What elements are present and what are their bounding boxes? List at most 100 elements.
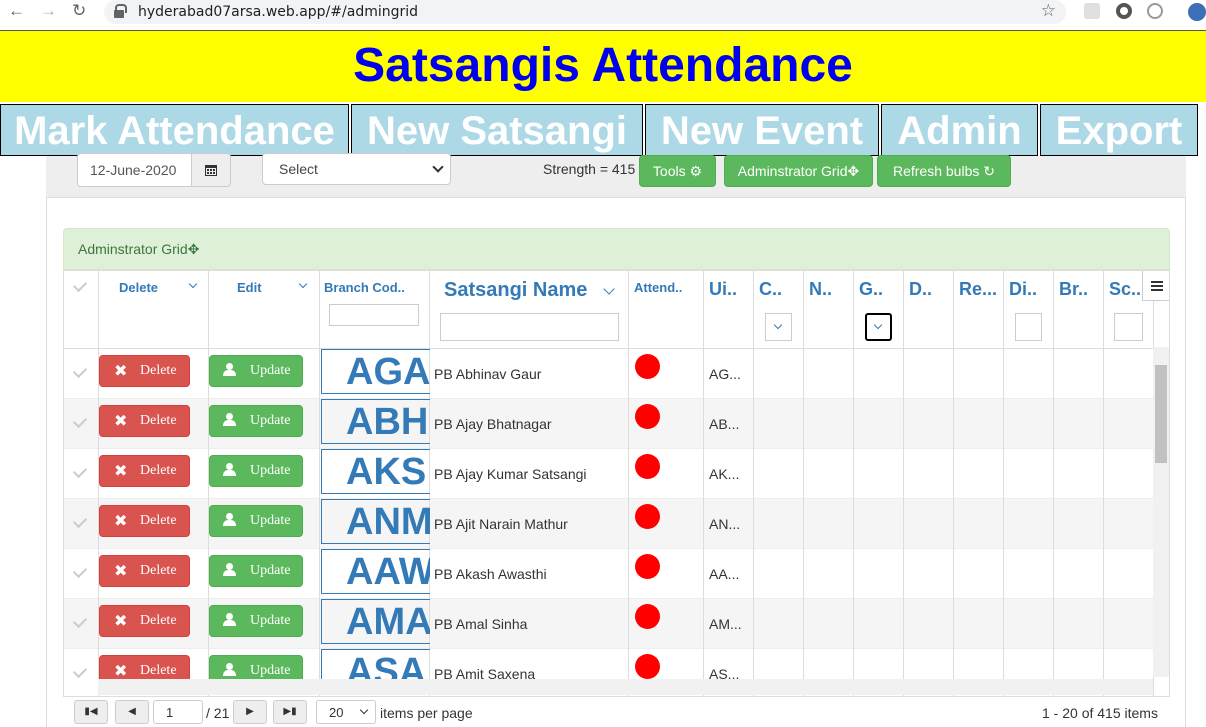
row-select-cell[interactable] — [64, 549, 99, 599]
profile-avatar-icon[interactable] — [1188, 3, 1206, 21]
branch-code-cell[interactable]: AKS — [321, 449, 430, 494]
sc-filter-input[interactable] — [1114, 313, 1143, 341]
calendar-button[interactable] — [191, 153, 231, 187]
br-cell — [1054, 449, 1104, 499]
header-edit[interactable]: Edit — [209, 271, 320, 349]
nav-mark-attendance[interactable]: Mark Attendance — [0, 104, 349, 156]
delete-button[interactable]: ✖ Delete — [99, 505, 190, 537]
update-button[interactable]: Update — [209, 505, 303, 537]
branch-code-cell[interactable]: AMA — [321, 599, 430, 644]
forward-arrow-icon[interactable]: → — [40, 1, 57, 21]
attendance-bulb[interactable] — [635, 604, 660, 629]
attendance-bulb[interactable] — [635, 554, 660, 579]
update-button[interactable]: Update — [209, 555, 303, 587]
address-bar[interactable]: hyderabad07arsa.web.app/#/admingrid ☆ — [104, 0, 1066, 24]
header-delete[interactable]: Delete — [99, 271, 209, 349]
delete-button[interactable]: ✖ Delete — [99, 455, 190, 487]
update-button[interactable]: Update — [209, 405, 303, 437]
row-select-cell[interactable] — [64, 599, 99, 649]
back-arrow-icon[interactable]: ← — [8, 1, 25, 21]
row-select-cell[interactable] — [64, 499, 99, 549]
chevron-down-icon[interactable] — [188, 279, 198, 289]
header-br[interactable]: Br.. — [1054, 271, 1104, 349]
nav-export[interactable]: Export — [1040, 104, 1198, 156]
header-re[interactable]: Re... — [954, 271, 1004, 349]
nav-new-event[interactable]: New Event — [645, 104, 879, 156]
chevron-down-icon[interactable] — [298, 279, 308, 289]
g-filter-dropdown[interactable] — [865, 313, 892, 341]
header-g-label: G.. — [859, 279, 884, 299]
branch-code-cell[interactable]: AGA — [321, 349, 430, 394]
first-page-button[interactable]: ▮◀ — [74, 700, 108, 724]
branch-code-cell[interactable]: ABH — [321, 399, 430, 444]
page-number-input[interactable]: 1 — [153, 700, 203, 724]
user-icon — [223, 563, 236, 577]
grid-menu-button[interactable] — [1142, 271, 1169, 301]
c-cell — [754, 499, 804, 549]
header-attendance[interactable]: Attend.. — [629, 271, 704, 349]
delete-button[interactable]: ✖ Delete — [99, 355, 190, 387]
chevron-down-icon[interactable] — [603, 283, 615, 295]
br-cell — [1054, 349, 1104, 399]
branch-filter-input[interactable] — [329, 304, 419, 326]
extension-icon[interactable] — [1084, 3, 1100, 19]
delete-button[interactable]: ✖ Delete — [99, 405, 190, 437]
re-cell — [954, 349, 1004, 399]
extension-record-icon[interactable] — [1116, 3, 1132, 19]
update-button[interactable]: Update — [209, 455, 303, 487]
di-filter-input[interactable] — [1015, 313, 1042, 341]
extension-camera-icon[interactable] — [1147, 3, 1163, 19]
vertical-scrollbar[interactable] — [1153, 347, 1169, 677]
delete-button[interactable]: ✖ Delete — [99, 605, 190, 637]
row-select-cell[interactable] — [64, 399, 99, 449]
horizontal-scrollbar[interactable] — [98, 679, 1153, 695]
update-button-label: Update — [250, 463, 291, 478]
header-branch-code[interactable]: Branch Cod.. — [320, 271, 430, 349]
header-n[interactable]: N.. — [804, 271, 854, 349]
delete-button-label: Delete — [140, 613, 177, 628]
scrollbar-thumb[interactable] — [1155, 365, 1167, 463]
header-satsangi-name[interactable]: Satsangi Name — [430, 271, 629, 349]
table-row: ✖ Delete Update AKS PB Ajay Kumar Satsan… — [64, 449, 1154, 499]
attendance-bulb[interactable] — [635, 454, 660, 479]
tools-button[interactable]: Tools ⚙ — [639, 155, 716, 187]
update-button[interactable]: Update — [209, 605, 303, 637]
branch-code-cell[interactable]: ANM — [321, 499, 430, 544]
delete-button[interactable]: ✖ Delete — [99, 555, 190, 587]
header-c[interactable]: C.. — [754, 271, 804, 349]
page-count: / 21 — [206, 705, 230, 721]
event-select[interactable]: Select — [262, 153, 451, 185]
header-d[interactable]: D.. — [904, 271, 954, 349]
update-button[interactable]: Update — [209, 355, 303, 387]
reload-icon[interactable]: ↻ — [72, 1, 86, 21]
row-select-cell[interactable] — [64, 649, 99, 696]
c-filter-dropdown[interactable] — [765, 313, 792, 341]
select-all-header[interactable] — [64, 271, 99, 349]
attendance-bulb[interactable] — [635, 404, 660, 429]
header-n-label: N.. — [809, 279, 833, 299]
n-cell — [804, 399, 854, 449]
previous-page-button[interactable]: ◀ — [115, 700, 149, 724]
re-cell — [954, 499, 1004, 549]
row-select-cell[interactable] — [64, 349, 99, 399]
refresh-bulbs-button[interactable]: Refresh bulbs ↻ — [877, 155, 1011, 187]
sc-cell — [1104, 599, 1154, 649]
page-size-select[interactable]: 20 — [316, 700, 376, 724]
header-di[interactable]: Di.. — [1004, 271, 1054, 349]
name-filter-input[interactable] — [440, 313, 619, 341]
nav-new-satsangi[interactable]: New Satsangi — [351, 104, 643, 156]
nav-admin[interactable]: Admin — [881, 104, 1038, 156]
attendance-bulb[interactable] — [635, 504, 660, 529]
row-select-cell[interactable] — [64, 449, 99, 499]
branch-code-cell[interactable]: AAW — [321, 549, 430, 594]
date-input[interactable]: 12-June-2020 — [77, 153, 192, 187]
header-g[interactable]: G.. — [854, 271, 904, 349]
admin-grid-button[interactable]: Adminstrator Grid✥ — [724, 155, 873, 187]
bookmark-star-icon[interactable]: ☆ — [1041, 1, 1056, 21]
attendance-bulb[interactable] — [635, 654, 660, 679]
last-page-button[interactable]: ▶▮ — [273, 700, 307, 724]
header-uid[interactable]: Ui.. — [704, 271, 754, 349]
attendance-bulb[interactable] — [635, 354, 660, 379]
strength-count: Strength = 415 — [543, 161, 636, 177]
next-page-button[interactable]: ▶ — [233, 700, 267, 724]
